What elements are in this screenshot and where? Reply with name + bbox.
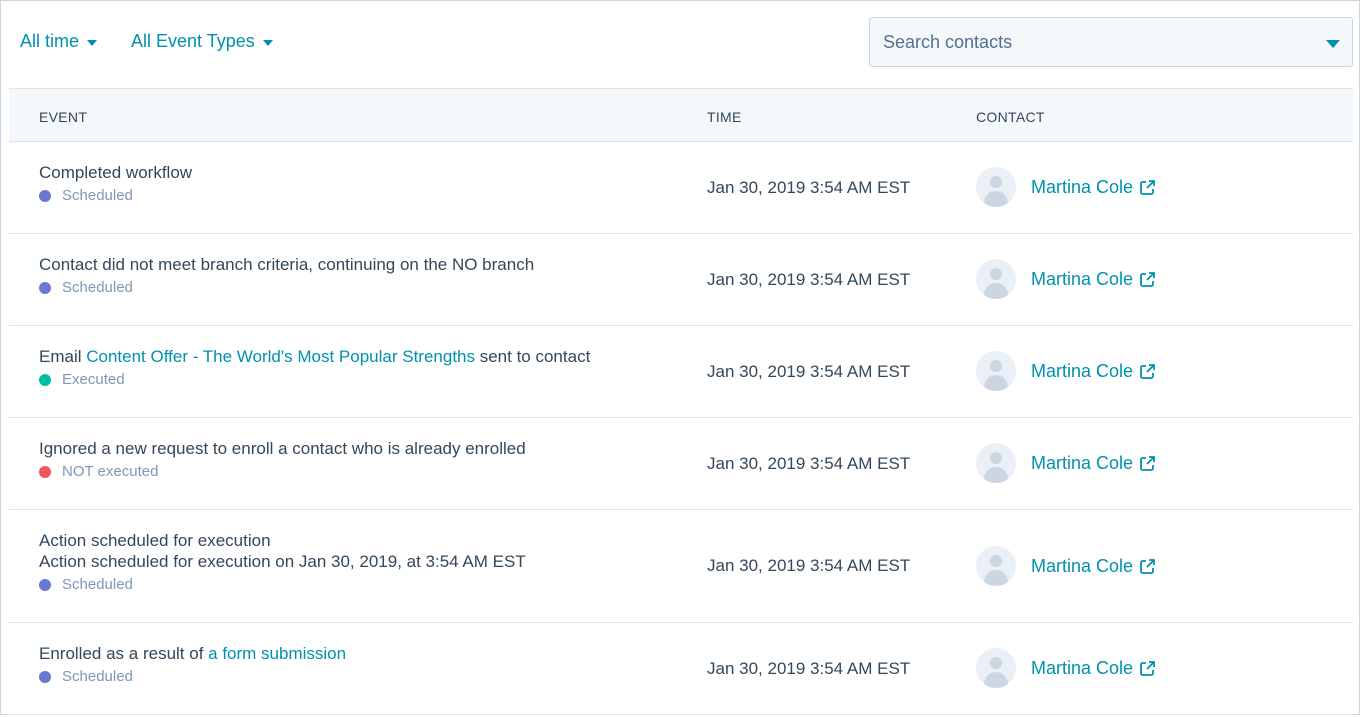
event-time: Jan 30, 2019 3:54 AM EST xyxy=(707,556,911,575)
table-row: Ignored a new request to enroll a contac… xyxy=(9,418,1353,510)
external-link-icon[interactable] xyxy=(1139,271,1156,288)
contact-cell: Martina Cole xyxy=(976,259,1156,299)
avatar xyxy=(976,259,1016,299)
avatar xyxy=(976,443,1016,483)
event-type-filter-dropdown[interactable]: All Event Types xyxy=(131,31,273,52)
event-cell: Completed workflow Scheduled xyxy=(39,162,192,204)
event-time: Jan 30, 2019 3:54 AM EST xyxy=(707,659,911,678)
contact-link[interactable]: Martina Cole xyxy=(1031,361,1133,382)
column-header-event: EVENT xyxy=(39,109,88,125)
status-dot xyxy=(39,281,51,294)
column-header-time: TIME xyxy=(707,109,742,125)
status-label: Scheduled xyxy=(62,187,133,204)
table-row: Contact did not meet branch criteria, co… xyxy=(9,234,1353,326)
event-text: Contact did not meet branch criteria, co… xyxy=(39,255,535,274)
avatar xyxy=(976,648,1016,688)
external-link-icon[interactable] xyxy=(1139,455,1156,472)
event-time: Jan 30, 2019 3:54 AM EST xyxy=(707,454,911,473)
status-badge: Scheduled xyxy=(39,668,346,685)
external-link-icon[interactable] xyxy=(1139,660,1156,677)
column-header-contact: CONTACT xyxy=(976,109,1045,125)
table-row: Completed workflow Scheduled Jan 30, 201… xyxy=(9,142,1353,234)
event-text-prefix: Email xyxy=(39,347,87,366)
contact-cell: Martina Cole xyxy=(976,546,1156,586)
event-cell: Email Content Offer - The World's Most P… xyxy=(39,346,590,388)
status-dot xyxy=(39,670,51,683)
search-contacts-select[interactable] xyxy=(869,17,1353,67)
event-cell: Ignored a new request to enroll a contac… xyxy=(39,438,526,480)
status-badge: Scheduled xyxy=(39,187,192,204)
event-text: Enrolled as a result of a form submissio… xyxy=(39,643,346,664)
event-text-prefix: Enrolled as a result of xyxy=(39,644,209,663)
event-text: Ignored a new request to enroll a contac… xyxy=(39,439,526,458)
external-link-icon[interactable] xyxy=(1139,363,1156,380)
status-dot xyxy=(39,189,51,202)
status-dot xyxy=(39,373,51,386)
contact-cell: Martina Cole xyxy=(976,648,1156,688)
contact-cell: Martina Cole xyxy=(976,351,1156,391)
external-link-icon[interactable] xyxy=(1139,558,1156,575)
event-cell: Enrolled as a result of a form submissio… xyxy=(39,643,346,685)
event-text: Completed workflow xyxy=(39,163,193,182)
filter-toolbar: All time All Event Types xyxy=(0,0,1362,88)
contact-cell: Martina Cole xyxy=(976,443,1156,483)
contact-link[interactable]: Martina Cole xyxy=(1031,177,1133,198)
table-header: EVENT TIME CONTACT xyxy=(9,88,1353,142)
contact-link[interactable]: Martina Cole xyxy=(1031,269,1133,290)
email-link[interactable]: Content Offer - The World's Most Popular… xyxy=(86,347,475,366)
contact-link[interactable]: Martina Cole xyxy=(1031,453,1133,474)
status-label: Scheduled xyxy=(62,668,133,685)
event-text-suffix: sent to contact xyxy=(475,347,591,366)
contact-cell: Martina Cole xyxy=(976,167,1156,207)
form-submission-link[interactable]: a form submission xyxy=(208,644,346,663)
event-detail-text: Action scheduled for execution on Jan 30… xyxy=(39,552,526,571)
external-link-icon[interactable] xyxy=(1139,179,1156,196)
status-label: Executed xyxy=(62,371,125,388)
status-badge: Executed xyxy=(39,371,590,388)
avatar xyxy=(976,351,1016,391)
status-badge: Scheduled xyxy=(39,576,526,593)
event-time: Jan 30, 2019 3:54 AM EST xyxy=(707,178,911,197)
status-dot xyxy=(39,578,51,591)
table-row: Action scheduled for execution Action sc… xyxy=(9,510,1353,623)
table-row: Enrolled as a result of a form submissio… xyxy=(9,623,1353,715)
status-label: Scheduled xyxy=(62,279,133,296)
event-cell: Contact did not meet branch criteria, co… xyxy=(39,254,534,296)
search-contacts-input[interactable] xyxy=(870,30,1305,54)
contact-link[interactable]: Martina Cole xyxy=(1031,658,1133,679)
events-table: EVENT TIME CONTACT Completed workflow Sc… xyxy=(9,88,1353,715)
event-cell: Action scheduled for execution Action sc… xyxy=(39,530,526,593)
event-text: Email Content Offer - The World's Most P… xyxy=(39,346,590,367)
event-text: Action scheduled for execution xyxy=(39,531,271,550)
avatar xyxy=(976,167,1016,207)
caret-down-icon xyxy=(87,39,98,46)
table-row: Email Content Offer - The World's Most P… xyxy=(9,326,1353,418)
avatar xyxy=(976,546,1016,586)
status-label: Scheduled xyxy=(62,576,133,593)
status-badge: Scheduled xyxy=(39,279,534,296)
time-filter-dropdown[interactable]: All time xyxy=(20,31,98,52)
contact-link[interactable]: Martina Cole xyxy=(1031,556,1133,577)
time-filter-label: All time xyxy=(20,31,80,51)
status-label: NOT executed xyxy=(62,463,159,480)
status-dot xyxy=(39,465,51,478)
event-time: Jan 30, 2019 3:54 AM EST xyxy=(707,270,911,289)
status-badge: NOT executed xyxy=(39,463,526,480)
caret-down-icon[interactable] xyxy=(1326,40,1340,48)
caret-down-icon xyxy=(262,39,273,46)
event-type-filter-label: All Event Types xyxy=(131,31,255,51)
event-time: Jan 30, 2019 3:54 AM EST xyxy=(707,362,911,381)
